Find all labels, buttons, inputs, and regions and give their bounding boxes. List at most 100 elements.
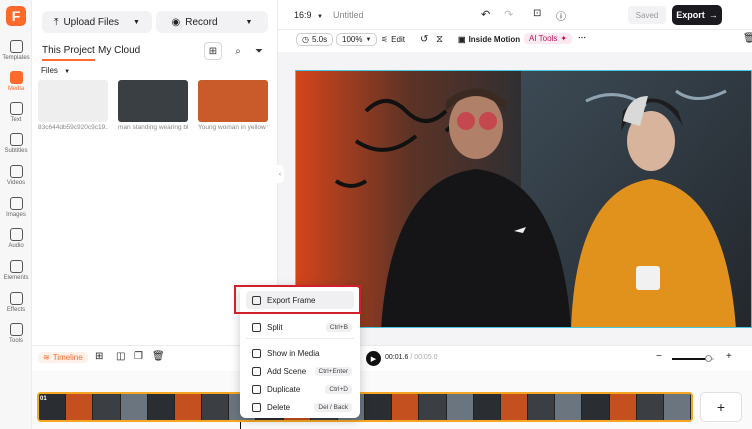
add-track-icon[interactable]: ⊞ — [95, 351, 103, 362]
menu-item-delete[interactable]: Delete Del / Back — [246, 398, 354, 416]
sidebar-item-templates[interactable]: Templates — [0, 38, 32, 68]
media-thumbnail[interactable] — [38, 80, 108, 122]
menu-item-show-in-media[interactable]: Show in Media — [246, 344, 354, 362]
shortcut-hint: Ctrl+D — [325, 384, 352, 394]
edit-label: Edit — [391, 35, 405, 44]
flip-icon[interactable]: ⧖ — [436, 34, 443, 45]
clock-icon: ◷ — [302, 35, 309, 44]
record-icon: ◉ — [171, 16, 181, 28]
ai-tools-button[interactable]: AI Tools ✦ — [524, 33, 573, 44]
clip-frame — [663, 394, 691, 420]
timeline-toggle[interactable]: ≋ Timeline — [38, 352, 88, 363]
more-icon[interactable]: ⋯ — [578, 33, 586, 42]
record-label: Record — [185, 16, 218, 28]
audio-icon — [9, 228, 23, 241]
sidebar-item-elements[interactable]: Elements — [0, 258, 32, 288]
sidebar-item-effects[interactable]: Effects — [0, 290, 32, 320]
upload-files-button[interactable]: ⤒ Upload Files ▼ — [42, 11, 152, 33]
trash-icon[interactable]: 🗑 — [743, 33, 752, 44]
new-folder-icon[interactable]: ⊞ — [204, 42, 222, 60]
screenshot-icon[interactable]: ⊡ — [533, 8, 541, 19]
sidebar-item-label: Templates — [2, 55, 30, 61]
inside-motion-button[interactable]: ▣ Inside Motion — [458, 35, 520, 44]
clip-frame — [582, 394, 610, 420]
zoom-slider[interactable] — [672, 355, 714, 362]
effects-icon — [9, 292, 23, 305]
clip-frame — [365, 394, 393, 420]
export-button[interactable]: Export → — [672, 5, 722, 25]
aspect-ratio-select[interactable]: 16:9 ▼ — [294, 10, 323, 20]
clip-frame — [93, 394, 121, 420]
shortcut-hint: Del / Back — [314, 402, 352, 412]
elements-icon — [9, 260, 23, 273]
menu-item-label: Add Scene — [267, 366, 307, 376]
chevron-down-icon: ▼ — [133, 18, 140, 26]
sidebar-item-videos[interactable]: Videos — [0, 163, 32, 193]
duration-value: 5.0s — [311, 35, 328, 44]
project-title[interactable]: Untitled — [333, 10, 364, 20]
clip-frame — [419, 394, 447, 420]
menu-divider — [246, 338, 354, 339]
tab-this-project[interactable]: This Project — [42, 45, 95, 61]
sidebar-item-label: Images — [6, 212, 26, 218]
zoom-out-icon[interactable]: − — [656, 351, 662, 362]
sidebar-item-label: Subtitles — [4, 148, 28, 154]
rotate-icon[interactable]: ↺ — [420, 34, 428, 45]
sidebar-item-tools[interactable]: Tools — [0, 321, 32, 351]
saved-status: Saved — [628, 6, 666, 24]
help-icon[interactable]: ⓘ — [556, 8, 566, 23]
delete-clip-icon[interactable]: 🗑 — [152, 351, 165, 362]
chevron-down-icon: ▼ — [365, 36, 372, 43]
split-clip-icon[interactable]: ◫ — [116, 351, 125, 362]
videos-icon — [9, 165, 23, 178]
app-logo: F — [6, 6, 26, 26]
clip-frame — [66, 394, 94, 420]
tab-my-cloud[interactable]: My Cloud — [98, 45, 140, 56]
chevron-down-icon: ▼ — [317, 14, 323, 20]
filter-icon[interactable]: ⏷ — [250, 42, 268, 60]
collapse-panel-icon[interactable]: ‹ — [276, 165, 284, 183]
canvas-toolbar: ◷ 5.0s 100% ▼ ⚟ Edit ↺ ⧖ ▣ Inside Motion… — [278, 30, 752, 52]
undo-icon[interactable]: ↶ — [481, 8, 490, 21]
sidebar-item-media[interactable]: Media — [0, 69, 32, 99]
search-icon[interactable]: ⌕ — [229, 42, 247, 60]
sidebar-item-text[interactable]: Text — [0, 100, 32, 130]
sidebar-item-label: Text — [10, 117, 22, 123]
duplicate-clip-icon[interactable]: ❐ — [134, 351, 143, 362]
sidebar-item-subtitles[interactable]: Subtitles — [0, 131, 32, 161]
sidebar-item-audio[interactable]: Audio — [0, 226, 32, 256]
video-frame[interactable] — [295, 70, 752, 328]
menu-item-split[interactable]: Split Ctrl+B — [246, 318, 354, 336]
sparkle-icon: ✦ — [560, 34, 568, 43]
sliders-icon: ⚟ — [381, 35, 389, 44]
ai-tools-label: AI Tools — [529, 34, 558, 43]
add-clip-button[interactable]: + — [700, 392, 742, 422]
duplicate-icon — [252, 384, 261, 394]
redo-icon[interactable]: ↷ — [504, 8, 513, 21]
total-time: 00:05.0 — [414, 354, 438, 361]
video-clip-track[interactable] — [37, 392, 693, 422]
sidebar-item-label: Elements — [3, 275, 29, 281]
clip-frame — [528, 394, 556, 420]
clip-frame — [174, 394, 203, 420]
duration-button[interactable]: ◷ 5.0s — [296, 33, 334, 46]
record-button[interactable]: ◉ Record ▼ — [156, 11, 268, 33]
files-dropdown[interactable]: Files ▼ — [41, 66, 70, 75]
templates-icon — [9, 40, 23, 53]
edit-button[interactable]: ⚟ Edit — [381, 35, 405, 44]
media-thumbnail[interactable] — [198, 80, 268, 122]
show-in-media-icon — [252, 348, 261, 358]
zoom-select[interactable]: 100% ▼ — [336, 33, 378, 46]
clip-frame — [609, 394, 637, 420]
clip-frame — [555, 394, 583, 420]
shortcut-hint: Ctrl+B — [325, 322, 352, 332]
media-thumbnail[interactable] — [118, 80, 188, 122]
play-button[interactable]: ▶ — [366, 351, 381, 366]
menu-item-duplicate[interactable]: Duplicate Ctrl+D — [246, 380, 354, 398]
sidebar-item-label: Effects — [6, 307, 26, 313]
menu-item-add-scene[interactable]: Add Scene Ctrl+Enter — [246, 362, 354, 380]
sidebar-item-images[interactable]: Images — [0, 195, 32, 225]
zoom-in-icon[interactable]: + — [726, 351, 732, 362]
top-bar: 16:9 ▼ Untitled ↶ ↷ ⊡ ⓘ Saved Export → — [278, 0, 752, 30]
delete-icon — [252, 402, 261, 412]
